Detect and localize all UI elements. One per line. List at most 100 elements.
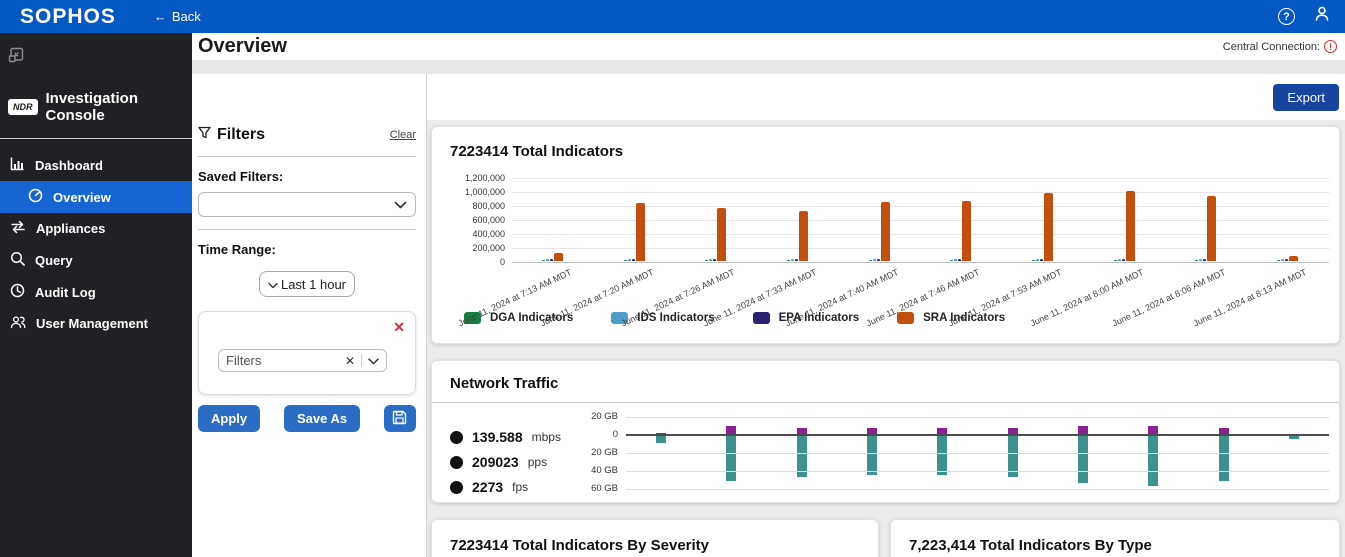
stat-unit: mbps [532,430,561,444]
saved-filters-select[interactable] [198,192,416,217]
time-range-select[interactable]: Last 1 hour [259,271,355,297]
bar-sra-indicators [1126,191,1135,261]
bar-epa-indicators [795,259,798,261]
bar-dga-indicators [624,260,627,261]
bar-traffic-down [1148,436,1158,486]
central-connection-status: Central Connection: ! [1223,40,1337,53]
bar-traffic-down [867,436,877,475]
bar-epa-indicators [632,259,635,261]
bar-traffic-down [1219,436,1229,481]
charts-area: 7223414 Total Indicators 1,200,000 1,000,… [427,120,1345,557]
clear-filters-link[interactable]: Clear [390,129,416,141]
indicators-plot [512,178,1329,262]
bar-traffic-down [726,436,736,481]
indicators-by-type-card: 7,223,414 Total Indicators By Type [890,519,1340,557]
grid-line [626,453,1329,454]
indicators-by-severity-card: 7223414 Total Indicators By Severity [431,519,879,557]
sidebar-item-audit-log[interactable]: Audit Log [0,276,192,308]
bar-sra-indicators [1289,256,1298,261]
saved-filters-label: Saved Filters: [198,169,416,184]
total-indicators-title: 7223414 Total Indicators [450,143,1329,160]
stat-unit: pps [528,455,547,469]
central-connection-label: Central Connection: [1223,41,1320,53]
clear-field-icon[interactable]: ✕ [345,354,355,368]
grid-line [512,234,1329,235]
bullet-icon [450,481,463,494]
save-filter-button[interactable] [384,405,416,432]
bar-dga-indicators [1032,260,1035,261]
stat-fps: 2273 fps [450,479,582,495]
bar-ids-indicators [709,259,712,261]
bar-dga-indicators [542,260,545,261]
sidebar-item-query[interactable]: Query [0,244,192,276]
stat-value: 2273 [472,479,503,495]
sidebar-item-user-management[interactable]: User Management [0,308,192,339]
bar-dga-indicators [950,260,953,261]
grid-line [512,178,1329,179]
sidebar-item-label: Overview [53,190,111,205]
bar-epa-indicators [1122,259,1125,261]
bar-traffic-down [656,436,666,443]
help-icon[interactable]: ? [1278,8,1295,25]
y-tick-label: 1,000,000 [465,187,505,197]
header-strip [192,60,1345,74]
back-arrow-icon: ← [154,9,167,24]
bar-sra-indicators [1207,196,1216,261]
network-y-axis: 20 GB020 GB40 GB60 GB [582,417,626,489]
divider [198,229,416,230]
bar-ids-indicators [1118,259,1121,261]
back-button[interactable]: ← Back [154,9,201,24]
y-tick-label: 40 GB [591,465,618,476]
sidebar-item-label: Dashboard [35,158,103,173]
grid-line [512,206,1329,207]
export-button[interactable]: Export [1273,84,1339,111]
sidebar-item-label: Audit Log [35,285,96,300]
indicators-by-type-title: 7,223,414 Total Indicators By Type [909,537,1321,554]
sidebar-item-label: User Management [36,316,148,331]
divider [198,156,416,157]
bar-chart-icon [10,156,25,174]
bar-sra-indicators [962,201,971,261]
apply-button[interactable]: Apply [198,405,260,432]
user-icon[interactable] [1313,5,1331,28]
search-icon [10,251,25,269]
y-tick-label: 0 [500,257,505,267]
bar-dga-indicators [869,260,872,261]
bar-ids-indicators [1199,259,1202,261]
chevron-down-icon [394,196,407,214]
bar-epa-indicators [877,259,880,261]
y-tick-label: 200,000 [472,243,505,253]
ndr-badge: NDR [8,99,38,115]
sidebar-item-overview[interactable]: Overview [0,181,192,213]
stat-pps: 209023 pps [450,454,582,470]
y-tick-label: 800,000 [472,201,505,211]
bar-ids-indicators [546,259,549,261]
alert-icon[interactable]: ! [1324,40,1337,53]
sidebar-item-label: Appliances [36,221,105,236]
bar-ids-indicators [1036,259,1039,261]
bar-epa-indicators [958,259,961,261]
bar-ids-indicators [791,259,794,261]
divider [361,354,362,367]
sidebar-item-appliances[interactable]: Appliances [0,213,192,244]
clock-icon [28,188,43,206]
remove-filter-icon[interactable]: ✕ [393,320,405,334]
filters-panel: Filters Clear Saved Filters: Time Range: [192,74,427,557]
bar-sra-indicators [1044,193,1053,261]
top-bar: SOPHOS ← Back ? [0,0,1345,33]
y-tick-label: 1,200,000 [465,173,505,183]
bar-epa-indicators [1040,259,1043,261]
bullet-icon [450,456,463,469]
collapse-sidebar-icon[interactable] [8,47,192,68]
bar-epa-indicators [713,259,716,261]
filter-field-select[interactable]: Filters ✕ [218,349,387,372]
back-label: Back [172,9,201,24]
filter-group-card: ✕ Filters ✕ [198,311,416,395]
save-as-button[interactable]: Save As [284,405,360,432]
bar-ids-indicators [873,259,876,261]
floppy-disk-icon [392,410,407,428]
bar-dga-indicators [1114,260,1117,261]
y-tick-label: 600,000 [472,215,505,225]
grid-line [512,248,1329,249]
sidebar-item-dashboard[interactable]: Dashboard [0,149,192,181]
